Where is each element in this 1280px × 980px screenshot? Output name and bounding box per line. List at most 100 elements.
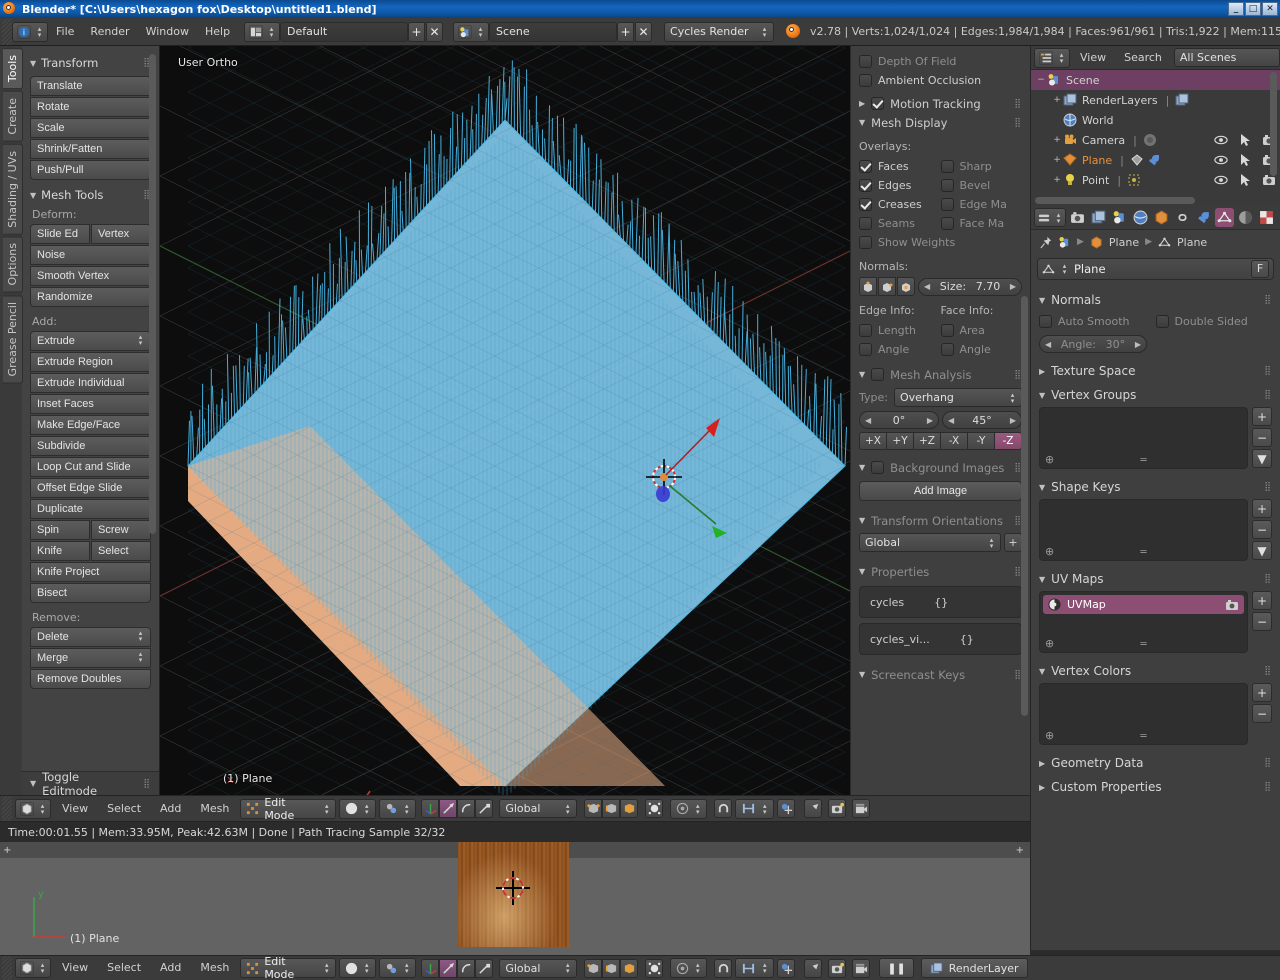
- menu-render[interactable]: Render: [82, 22, 137, 42]
- vertex-select-mode-icon[interactable]: [584, 799, 602, 818]
- breadcrumb-mesh-name[interactable]: Plane: [1177, 236, 1207, 249]
- motion-tracking-checkbox[interactable]: [871, 97, 884, 110]
- remove-vertex-color-button[interactable]: −: [1252, 704, 1272, 723]
- add-uv-map-button[interactable]: +: [1252, 591, 1272, 610]
- delete-menu-button[interactable]: Delete ▴ ▾: [30, 627, 151, 647]
- 3d-viewport[interactable]: User Ortho x y (1) Plane: [160, 46, 850, 795]
- render-image-icon[interactable]: [828, 959, 846, 978]
- slide-edge-button[interactable]: Slide Ed: [30, 224, 90, 244]
- maximize-button[interactable]: □: [1245, 2, 1261, 16]
- properties-tab-world[interactable]: [1131, 208, 1150, 227]
- bottom-editor-type-selector[interactable]: ▴ ▾: [15, 958, 51, 978]
- edge-select-mode-icon[interactable]: [602, 959, 620, 978]
- bottom-interaction-mode-selector[interactable]: Edit Mode ▴ ▾: [240, 958, 336, 978]
- faces-row[interactable]: Faces: [859, 157, 941, 176]
- double-sided-row[interactable]: Double Sided: [1156, 312, 1273, 331]
- screen-layout-icon-box[interactable]: ▴ ▾: [244, 22, 280, 42]
- mesh-analysis-checkbox[interactable]: [871, 368, 884, 381]
- vertex-group-specials-button[interactable]: ▼: [1252, 449, 1272, 468]
- shrink-fatten-button[interactable]: Shrink/Fatten: [30, 139, 151, 159]
- scale-manipulator-icon[interactable]: [475, 799, 493, 818]
- bevel-row[interactable]: Bevel: [941, 176, 1023, 195]
- edge-length-row[interactable]: Length: [859, 321, 941, 340]
- mesh-datablock-name[interactable]: Plane: [1074, 262, 1245, 276]
- expand-icon[interactable]: +: [1051, 135, 1063, 145]
- edge-marks-checkbox[interactable]: [941, 198, 954, 211]
- vertex-colors-list[interactable]: ⊕ ═: [1039, 683, 1248, 745]
- rotate-manipulator-icon[interactable]: [457, 959, 475, 978]
- viewport-menu-mesh[interactable]: Mesh: [192, 799, 237, 819]
- transform-orientations-header[interactable]: ▼ Transform Orientations ⣿: [859, 511, 1022, 530]
- outliner-row-point[interactable]: + Point |: [1031, 170, 1280, 190]
- remove-shape-key-button[interactable]: −: [1252, 520, 1272, 539]
- toolshelf-tab-tools[interactable]: Tools: [3, 48, 23, 89]
- limit-selection-to-visible-icon[interactable]: [645, 959, 663, 978]
- mesh-tools-panel-header[interactable]: ▼ Mesh Tools ⣿: [30, 188, 151, 202]
- vertex-select-mode-icon[interactable]: [584, 959, 602, 978]
- mesh-analysis-header[interactable]: ▼ Mesh Analysis ⣿: [859, 365, 1022, 384]
- snap-magnet-icon[interactable]: [714, 799, 732, 818]
- scene-icon[interactable]: [1058, 236, 1071, 249]
- outliner-menu-view[interactable]: View: [1072, 48, 1114, 68]
- mesh-display-header[interactable]: ▼ Mesh Display ⣿: [859, 113, 1022, 132]
- toolshelf-tab-grease-pencil[interactable]: Grease Pencil: [3, 295, 23, 383]
- properties-tab-scene[interactable]: [1110, 208, 1129, 227]
- hide-in-viewport-icon[interactable]: [1214, 173, 1228, 187]
- rotate-manipulator-icon[interactable]: [457, 799, 475, 818]
- auto-smooth-row[interactable]: Auto Smooth: [1039, 312, 1156, 331]
- push-pull-button[interactable]: Push/Pull: [30, 160, 151, 180]
- knife-button[interactable]: Knife: [30, 541, 90, 561]
- bottom-shading-selector[interactable]: ▴ ▾: [339, 958, 376, 978]
- add-scene-button[interactable]: +: [617, 22, 634, 42]
- analysis-type-dropdown[interactable]: Overhang ▴ ▾: [894, 388, 1022, 407]
- edge-length-checkbox[interactable]: [859, 324, 872, 337]
- scene-icon-box[interactable]: ▴ ▾: [453, 22, 489, 42]
- pin-icon[interactable]: [1039, 236, 1052, 249]
- editor-type-selector[interactable]: i ▴ ▾: [12, 22, 48, 42]
- faces-checkbox[interactable]: [859, 160, 872, 173]
- seams-checkbox[interactable]: [859, 217, 872, 230]
- scene-name-field[interactable]: Scene: [489, 22, 617, 42]
- bottom-snap-element-selector[interactable]: ▴ ▾: [735, 958, 774, 978]
- bottom-pivot-selector[interactable]: ▴ ▾: [379, 958, 416, 978]
- outliner-row-camera[interactable]: + Camera |: [1031, 130, 1280, 150]
- proportional-editing-selector[interactable]: ▴ ▾: [670, 799, 707, 819]
- extrude-menu-button[interactable]: Extrude ▴ ▾: [30, 331, 151, 351]
- face-select-mode-icon[interactable]: [620, 959, 638, 978]
- decrement-icon[interactable]: ◀: [1045, 340, 1051, 349]
- axis-minus-y-button[interactable]: -Y: [967, 432, 994, 450]
- shape-keys-list[interactable]: ⊕ ═: [1039, 499, 1248, 561]
- render-animation-icon[interactable]: [852, 799, 870, 818]
- increment-icon[interactable]: ▶: [1010, 416, 1016, 425]
- viewport-menu-add[interactable]: Add: [152, 799, 189, 819]
- background-images-header[interactable]: ▼ Background Images ⣿: [859, 458, 1022, 477]
- show-weights-checkbox[interactable]: [859, 236, 872, 249]
- double-sided-checkbox[interactable]: [1156, 315, 1169, 328]
- vertex-slide-button[interactable]: Vertex: [91, 224, 151, 244]
- camera-data-icon[interactable]: [1143, 133, 1157, 147]
- minimize-button[interactable]: _: [1228, 2, 1244, 16]
- offset-edge-slide-button[interactable]: Offset Edge Slide: [30, 478, 151, 498]
- face-normals-icon[interactable]: [897, 277, 915, 296]
- transform-orientation-dropdown[interactable]: Global ▴ ▾: [859, 533, 1001, 552]
- translate-button[interactable]: Translate: [30, 76, 151, 96]
- analysis-max-angle-field[interactable]: ◀ 45° ▶: [942, 411, 1022, 429]
- viewport-editor-type-selector[interactable]: ▴ ▾: [15, 799, 51, 819]
- loop-cut-and-slide-button[interactable]: Loop Cut and Slide: [30, 457, 151, 477]
- merge-menu-button[interactable]: Merge ▴ ▾: [30, 648, 151, 668]
- edge-marks-row[interactable]: Edge Ma: [941, 195, 1023, 214]
- duplicate-button[interactable]: Duplicate: [30, 499, 151, 519]
- list-grip-icon[interactable]: ═: [1040, 639, 1247, 650]
- bottom-menu-select[interactable]: Select: [99, 958, 149, 978]
- viewport-menu-select[interactable]: Select: [99, 799, 149, 819]
- uv-render-camera-icon[interactable]: [1225, 599, 1239, 611]
- increment-icon[interactable]: ▶: [1010, 282, 1016, 291]
- snap-target-icon[interactable]: [777, 799, 795, 818]
- auto-smooth-angle-field[interactable]: ◀ Angle: 30° ▶: [1039, 335, 1147, 353]
- decrement-icon[interactable]: ◀: [924, 282, 930, 291]
- edges-checkbox[interactable]: [859, 179, 872, 192]
- normals-panel-header[interactable]: ▼ Normals ⣿: [1031, 288, 1280, 312]
- render-image-icon[interactable]: [828, 799, 846, 818]
- list-grip-icon[interactable]: ═: [1040, 731, 1247, 742]
- collapse-icon[interactable]: −: [1035, 75, 1047, 85]
